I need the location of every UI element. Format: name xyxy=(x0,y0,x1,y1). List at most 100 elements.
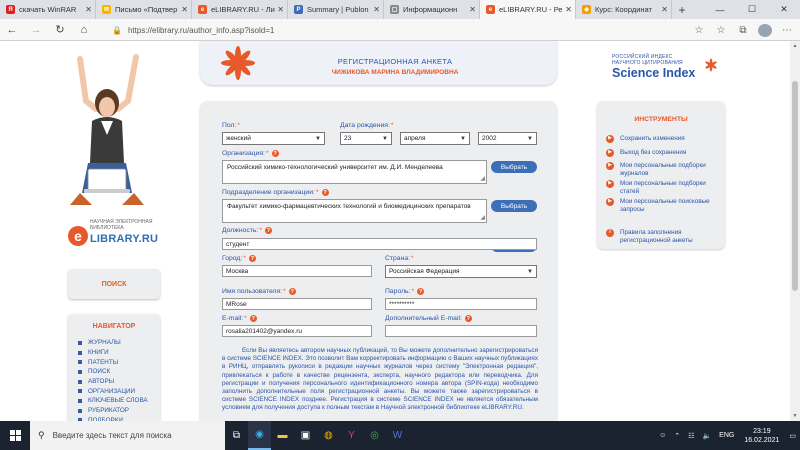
password-input[interactable]: ********** xyxy=(385,298,537,310)
country-select[interactable]: Российская Федерация ▼ xyxy=(385,265,537,278)
close-tab-icon[interactable]: ✕ xyxy=(85,5,92,14)
resize-grip-icon[interactable]: ◢ xyxy=(480,175,485,183)
navigator-item[interactable]: ОРГАНИЗАЦИИ xyxy=(78,386,160,396)
gender-select[interactable]: женский ▼ xyxy=(222,132,325,145)
help-icon[interactable]: ? xyxy=(264,227,272,234)
new-tab-button[interactable]: + xyxy=(672,0,692,19)
help-icon[interactable]: ? xyxy=(417,288,425,295)
email-input[interactable]: rosalia201402@yandex.ru xyxy=(222,325,372,337)
url-field[interactable]: 🔒 https://elibrary.ru/author_info.asp?is… xyxy=(112,22,692,38)
store-icon[interactable]: ▣ xyxy=(294,421,317,450)
scroll-down-icon[interactable]: ▼ xyxy=(790,411,800,421)
rules-link[interactable]: i Правила заполнения регистрационной анк… xyxy=(606,229,718,244)
navigator-item[interactable]: КНИГИ xyxy=(78,348,160,358)
navigator-item[interactable]: КЛЮЧЕВЫЕ СЛОВА xyxy=(78,396,160,406)
forward-icon[interactable]: → xyxy=(24,19,48,41)
edge-browser-icon[interactable]: ◉ xyxy=(248,421,271,450)
registration-form: Пол: * женский ▼ Дата рождения: * 23 ▼ апрел… xyxy=(200,101,557,421)
tab-label: eLIBRARY.RU - Ре xyxy=(499,5,563,14)
required-mark: * xyxy=(237,122,241,129)
navigator-item[interactable]: ПАТЕНТЫ xyxy=(78,357,160,367)
reload-icon[interactable]: ↻ xyxy=(48,19,72,41)
help-icon[interactable]: ? xyxy=(321,189,329,196)
network-icon[interactable]: ☷ xyxy=(684,432,698,440)
close-tab-icon[interactable]: ✕ xyxy=(661,5,668,14)
navigator-item[interactable]: ПОИСК xyxy=(78,367,160,377)
close-tab-icon[interactable]: ✕ xyxy=(277,5,284,14)
search-link[interactable]: ПОИСК xyxy=(68,269,160,299)
help-icon[interactable]: ? xyxy=(271,150,279,157)
help-icon[interactable]: ? xyxy=(249,315,257,322)
people-icon[interactable]: ☺ xyxy=(655,432,670,439)
page-scrollbar[interactable]: ▲ ▼ xyxy=(790,41,800,421)
username-input[interactable]: MRose xyxy=(222,298,372,310)
close-tab-icon[interactable]: ✕ xyxy=(565,5,572,14)
browser-tab[interactable]: e eLIBRARY.RU - Ре ✕ xyxy=(480,0,576,19)
org-select-button-label: Выбрать xyxy=(500,163,528,171)
yandex-browser-icon[interactable]: ◍ xyxy=(317,421,340,450)
star-logo-icon xyxy=(705,58,717,72)
birth-month-value: апреля xyxy=(404,135,426,142)
position-input[interactable]: студент xyxy=(222,238,537,250)
scroll-up-icon[interactable]: ▲ xyxy=(790,41,800,51)
birth-day-select[interactable]: 23 ▼ xyxy=(340,132,392,145)
tool-link[interactable]: ▶ Мои персональные подборки журналов xyxy=(606,162,718,177)
profile-avatar[interactable] xyxy=(758,23,772,37)
science-index-logo[interactable]: РОССИЙСКИЙ ИНДЕКС НАУЧНОГО ЦИТИРОВАНИЯ S… xyxy=(612,54,722,90)
browser-tab[interactable]: ✉ Письмо «Подтвер ✕ xyxy=(96,0,192,19)
org-select-button[interactable]: Выбрать xyxy=(491,161,537,173)
favorite-icon[interactable]: ☆ xyxy=(692,25,706,36)
home-icon[interactable]: ⌂ xyxy=(72,19,96,41)
dept-field[interactable]: Факультет химико-фармацевтических технол… xyxy=(222,199,487,223)
file-explorer-icon[interactable]: ▬ xyxy=(271,421,294,450)
task-view-icon[interactable]: ⧉ xyxy=(225,421,248,450)
browser-tab[interactable]: ◆ Курс: Координат ✕ xyxy=(576,0,672,19)
close-tab-icon[interactable]: ✕ xyxy=(181,5,188,14)
navigator-item[interactable]: АВТОРЫ xyxy=(78,377,160,387)
browser-tab[interactable]: Яскачать WinRAR ✕ xyxy=(0,0,96,19)
gender-label: Пол: * xyxy=(222,122,240,129)
word-icon[interactable]: W xyxy=(386,421,409,450)
navigator-item[interactable]: РУБРИКАТОР xyxy=(78,406,160,416)
back-icon[interactable]: ← xyxy=(0,19,24,41)
birth-month-select[interactable]: апреля ▼ xyxy=(400,132,470,145)
country-label-text: Страна: xyxy=(385,255,411,262)
tool-link[interactable]: ▶ Выход без сохранения xyxy=(606,149,718,157)
notifications-icon[interactable]: ▭ xyxy=(785,432,800,440)
org-field[interactable]: Российский химико-технологический универ… xyxy=(222,160,487,184)
clock[interactable]: 23:19 16.02.2021 xyxy=(738,427,785,445)
help-icon[interactable]: ? xyxy=(288,288,296,295)
required-mark: * xyxy=(315,189,319,196)
elibrary-logo[interactable]: НАУЧНАЯ ЭЛЕКТРОННАЯ БИБЛИОТЕКА e LIBRARY… xyxy=(68,216,178,251)
tool-link[interactable]: ▶ Мои персональные поисковые запросы xyxy=(606,198,718,213)
navigator-item[interactable]: ЖУРНАЛЫ xyxy=(78,338,160,348)
more-menu-icon[interactable]: ⋯ xyxy=(780,25,794,36)
help-icon[interactable]: ? xyxy=(464,315,472,322)
windows-start-icon[interactable] xyxy=(0,421,30,450)
maximize-icon[interactable]: ☐ xyxy=(736,0,768,19)
favorites-bar-icon[interactable]: ☆ xyxy=(714,25,728,36)
show-hidden-icon[interactable]: ⌃ xyxy=(670,432,684,440)
chrome-icon[interactable]: ◎ xyxy=(363,421,386,450)
birth-year-select[interactable]: 2002 ▼ xyxy=(478,132,537,145)
close-tab-icon[interactable]: ✕ xyxy=(469,5,476,14)
close-tab-icon[interactable]: ✕ xyxy=(373,5,380,14)
browser-tab[interactable]: ▢ Информационн ✕ xyxy=(384,0,480,19)
volume-icon[interactable]: 🔈 xyxy=(698,432,715,440)
email2-input[interactable] xyxy=(385,325,537,337)
close-window-icon[interactable]: ✕ xyxy=(768,0,800,19)
collections-icon[interactable]: ⧉ xyxy=(736,25,750,36)
help-icon[interactable]: ? xyxy=(248,255,256,262)
yandex-icon[interactable]: Y xyxy=(340,421,363,450)
tool-link[interactable]: ▶ Сохранить изменения xyxy=(606,135,718,143)
city-input[interactable]: Москва xyxy=(222,265,372,277)
taskbar-search[interactable]: ⚲ Введите здесь текст для поиска xyxy=(30,421,225,450)
keyboard-language[interactable]: ENG xyxy=(715,432,738,439)
browser-tab[interactable]: P Summary | Publon ✕ xyxy=(288,0,384,19)
resize-grip-icon[interactable]: ◢ xyxy=(480,214,485,222)
tool-link[interactable]: ▶ Мои персональные подборки статей xyxy=(606,180,718,195)
scrollbar-thumb[interactable] xyxy=(792,81,798,291)
minimize-icon[interactable]: — xyxy=(704,0,736,19)
dept-select-button[interactable]: Выбрать xyxy=(491,200,537,212)
browser-tab[interactable]: e eLIBRARY.RU - Ли ✕ xyxy=(192,0,288,19)
